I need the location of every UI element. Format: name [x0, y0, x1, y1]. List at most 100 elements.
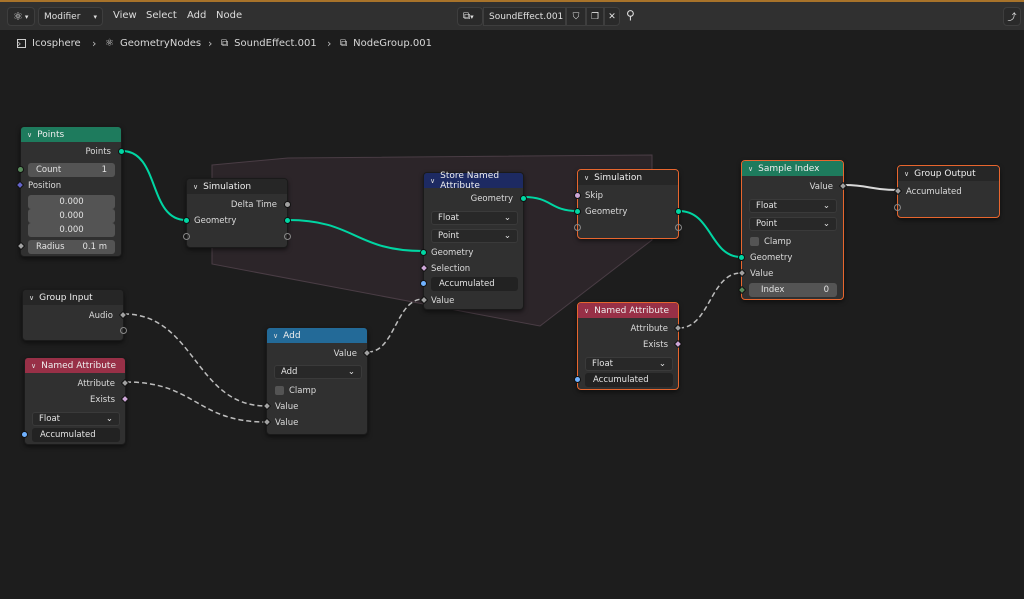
pin-icon[interactable]: ⚲ [626, 8, 635, 22]
go-to-parent-icon: ⤴ [1007, 13, 1017, 23]
name-field[interactable]: Accumulated [431, 277, 518, 291]
link-audio-to-add [123, 313, 267, 407]
close-icon: ✕ [608, 11, 616, 22]
input-socket[interactable] [420, 249, 427, 256]
data-type-select[interactable]: Float ⌄ [431, 211, 518, 225]
output-socket[interactable] [284, 217, 291, 224]
node-simulation-output[interactable]: ∨ Simulation Skip Geometry [574, 169, 682, 239]
position-x-field[interactable]: 0.000 [28, 195, 115, 209]
node-header[interactable]: ∨ Add [267, 328, 367, 343]
input-socket[interactable] [737, 285, 747, 295]
socket-row: Attribute [77, 378, 115, 389]
chevron-down-icon[interactable]: ∨ [584, 307, 589, 315]
virtual-output-socket[interactable] [120, 327, 127, 334]
virtual-input-socket[interactable] [183, 233, 190, 240]
radius-field[interactable]: Radius 0.1 m [28, 240, 115, 254]
input-socket[interactable] [574, 376, 581, 383]
input-socket[interactable] [574, 208, 581, 215]
name-field[interactable]: Accumulated [585, 373, 673, 387]
breadcrumb-group: ⧉ NodeGroup.001 [340, 38, 432, 49]
checkbox[interactable] [275, 386, 284, 395]
virtual-input-socket[interactable] [894, 204, 901, 211]
input-socket[interactable] [574, 192, 581, 199]
data-type-select[interactable]: Float ⌄ [32, 412, 120, 426]
node-header[interactable]: ∨ Points [21, 127, 121, 142]
position-z-field[interactable]: 0.000 [28, 223, 115, 237]
socket-row: Skip [585, 190, 604, 201]
menu-view[interactable]: View [113, 10, 137, 21]
link-add-to-store [367, 298, 424, 353]
input-socket[interactable] [420, 280, 427, 287]
input-socket[interactable] [738, 254, 745, 261]
chevron-down-icon[interactable]: ∨ [584, 174, 589, 182]
chevron-down-icon[interactable]: ∨ [193, 183, 198, 191]
node-store-named-attribute[interactable]: ∨ Store Named Attribute Geometry Float ⌄ … [419, 170, 527, 310]
mode-select[interactable]: Modifier ▾ [38, 7, 103, 26]
node-header[interactable]: ∨ Simulation [187, 179, 287, 194]
node-header[interactable]: ∨ Sample Index [742, 161, 843, 176]
domain-select[interactable]: Point ⌄ [431, 229, 518, 243]
chevron-down-icon[interactable]: ∨ [430, 177, 435, 185]
output-socket[interactable] [284, 201, 291, 208]
virtual-output-socket[interactable] [675, 224, 682, 231]
chevron-down-icon[interactable]: ∨ [29, 294, 34, 302]
data-type-select[interactable]: Float ⌄ [749, 199, 837, 213]
virtual-output-socket[interactable] [284, 233, 291, 240]
node-title: Store Named Attribute [440, 170, 500, 191]
input-socket[interactable] [183, 217, 190, 224]
unlink-button[interactable]: ✕ [604, 7, 620, 26]
node-named-attribute[interactable]: ∨ Named Attribute Attribute Exists Float… [574, 302, 683, 390]
node-points[interactable]: ∨ Points Points Count 1 Position 0.000 0… [15, 126, 125, 257]
clamp-checkbox[interactable]: Clamp [742, 234, 843, 249]
input-socket[interactable] [16, 241, 26, 251]
chevron-down-icon[interactable]: ∨ [904, 170, 909, 178]
node-header[interactable]: ∨ Named Attribute [578, 303, 678, 318]
editor-type-button[interactable]: ⚛ ▾ [7, 7, 35, 26]
node-title: Simulation [203, 181, 252, 192]
socket-row: Delta Time [230, 199, 277, 210]
node-sample-index[interactable]: ∨ Sample Index Value Float ⌄ Point ⌄ Clamp… [737, 160, 848, 300]
output-socket[interactable] [520, 195, 527, 202]
checkbox[interactable] [750, 237, 759, 246]
node-group-input[interactable]: ∨ Group Input Audio [22, 289, 128, 341]
breadcrumb-object: Icosphere [17, 38, 81, 49]
parent-node-tree-button[interactable]: ⤴ [1003, 7, 1021, 26]
output-socket[interactable] [118, 148, 125, 155]
socket-row: Accumulated [906, 186, 962, 197]
node-tree-name-field[interactable]: SoundEffect.001 [483, 7, 566, 26]
clamp-checkbox[interactable]: Clamp [267, 383, 367, 398]
domain-select[interactable]: Point ⌄ [749, 217, 837, 231]
node-math-add[interactable]: ∨ Add Value Add ⌄ Clamp Value Value [262, 327, 372, 435]
node-simulation-input[interactable]: ∨ Simulation Delta Time Geometry [183, 178, 291, 248]
node-header[interactable]: ∨ Named Attribute [25, 358, 125, 373]
chevron-down-icon[interactable]: ∨ [273, 332, 278, 340]
link-sample-to-output [843, 184, 898, 191]
index-field[interactable]: Index 0 [749, 283, 837, 297]
virtual-input-socket[interactable] [574, 224, 581, 231]
position-y-field[interactable]: 0.000 [28, 209, 115, 223]
node-named-attribute[interactable]: ∨ Named Attribute Attribute Exists Float… [21, 357, 130, 445]
input-socket[interactable] [21, 431, 28, 438]
duplicate-button[interactable]: ❐ [586, 7, 604, 26]
node-header[interactable]: ∨ Simulation [578, 170, 678, 185]
fake-user-button[interactable]: ⛉ [566, 7, 586, 26]
menu-select[interactable]: Select [146, 10, 177, 21]
menu-node[interactable]: Node [216, 10, 242, 21]
node-header[interactable]: ∨ Group Output [898, 166, 999, 181]
node-group-output[interactable]: ∨ Group Output Accumulated [893, 165, 1000, 218]
node-header[interactable]: ∨ Store Named Attribute [424, 170, 523, 191]
data-type-select[interactable]: Float ⌄ [585, 357, 673, 371]
socket-row: Attribute [630, 323, 668, 334]
output-socket[interactable] [675, 208, 682, 215]
chevron-down-icon[interactable]: ∨ [27, 131, 32, 139]
chevron-down-icon[interactable]: ∨ [748, 165, 753, 173]
input-socket[interactable] [17, 166, 24, 173]
name-field[interactable]: Accumulated [32, 428, 120, 442]
node-tree-browse-button[interactable]: ⧉ ▾ [457, 7, 483, 26]
node-header[interactable]: ∨ Group Input [23, 290, 123, 305]
count-field[interactable]: Count 1 [28, 163, 115, 177]
operation-select[interactable]: Add ⌄ [274, 365, 362, 379]
chevron-down-icon[interactable]: ∨ [31, 362, 36, 370]
chevron-down-icon: ⌄ [822, 219, 830, 229]
menu-add[interactable]: Add [187, 10, 206, 21]
